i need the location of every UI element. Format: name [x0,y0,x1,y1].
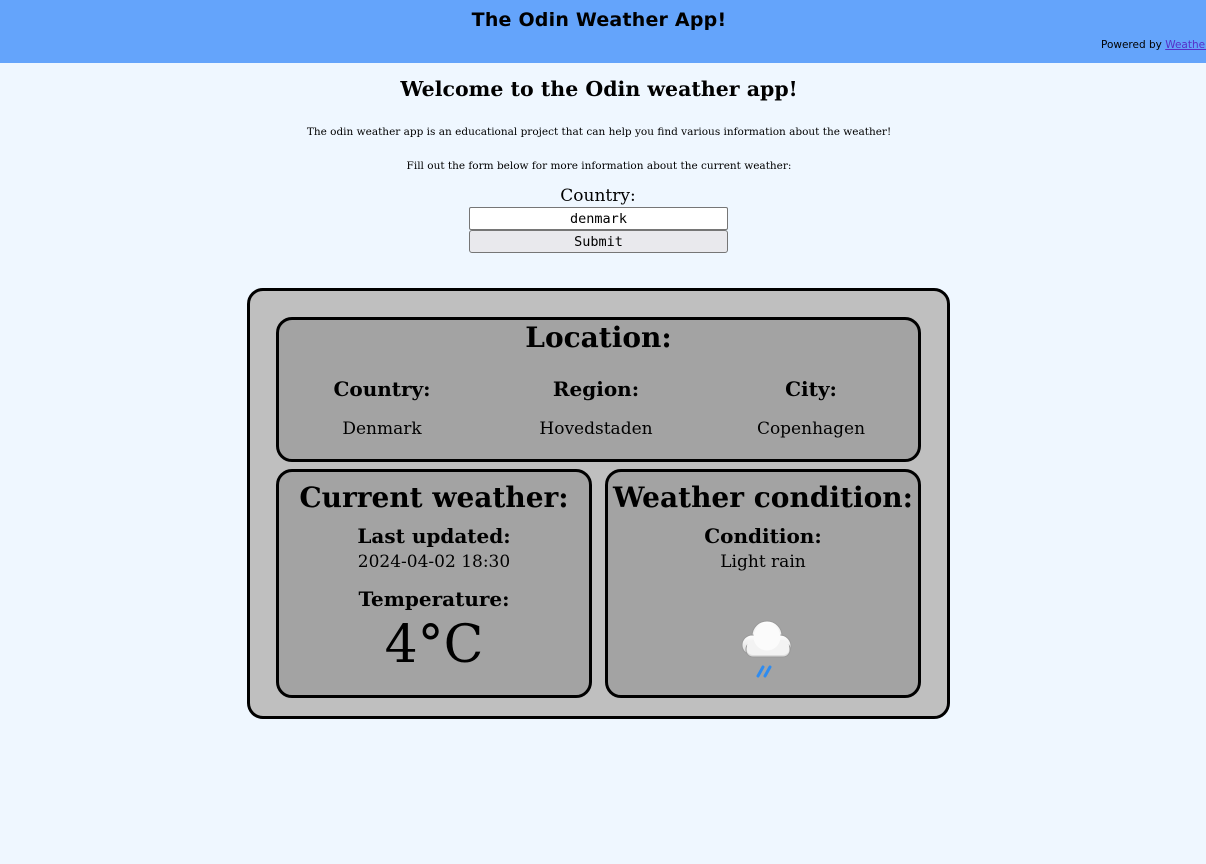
condition-label: Condition: [704,524,822,548]
last-updated-label: Last updated: [357,524,511,548]
location-city-label: City: [785,377,837,401]
location-city-value: Copenhagen [756,419,866,439]
location-country: Country: Denmark [282,377,482,439]
location-title: Location: [525,321,672,354]
welcome-heading: Welcome to the Odin weather app! [400,77,798,101]
location-city: City: Copenhagen [711,377,911,439]
submit-button[interactable]: Submit [469,230,728,253]
weather-condition-title: Weather condition: [613,481,913,514]
location-region: Region: Hovedstaden [496,377,696,439]
powered-by: Powered by WeatherAPI [1101,39,1206,51]
temperature-value: 4°C [384,615,484,675]
country-field-label: Country: [560,186,636,206]
temperature-label: Temperature: [358,587,510,611]
location-region-label: Region: [552,377,640,401]
app-title: The Odin Weather App! [471,9,727,31]
current-weather-title: Current weather: [299,481,569,514]
location-panel: Location: Country: Denmark Region: Hoved… [276,317,921,462]
light-rain-cloud-icon [741,620,792,678]
country-input[interactable] [469,207,728,230]
form-hint: Fill out the form below for more informa… [406,160,792,172]
powered-by-text: Powered by [1101,39,1166,51]
current-weather-panel: Current weather: Last updated: 2024-04-0… [276,469,592,698]
weatherapi-link[interactable]: WeatherAPI [1165,39,1206,51]
location-country-label: Country: [333,377,431,401]
location-region-value: Hovedstaden [539,419,653,439]
intro-description: The odin weather app is an educational p… [306,126,892,138]
condition-value: Light rain [720,552,806,572]
app-header: The Odin Weather App! Powered by Weather… [0,0,1206,63]
weather-condition-panel: Weather condition: Condition: Light rain [605,469,921,698]
last-updated-value: 2024-04-02 18:30 [357,552,511,572]
location-country-value: Denmark [342,419,422,439]
